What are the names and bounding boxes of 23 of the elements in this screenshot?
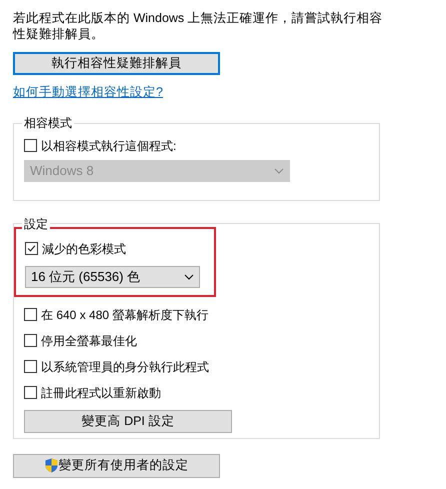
checkbox-label[interactable]: 以相容模式執行這個程式:	[41, 138, 176, 154]
chevron-down-icon	[184, 274, 194, 280]
shield-icon	[44, 458, 58, 474]
checkbox-label[interactable]: 減少的色彩模式	[42, 240, 126, 257]
checkbox[interactable]	[25, 242, 38, 256]
intro-text: 若此程式在此版本的 Windows 上無法正確運作，請嘗試執行相容性疑難排解員。	[13, 10, 383, 42]
checkbox[interactable]	[24, 308, 37, 322]
checkbox-label[interactable]: 註冊此程式以重新啟動	[41, 384, 161, 401]
checkbox-label[interactable]: 以系統管理員的身分執行此程式	[41, 358, 209, 375]
checkbox[interactable]	[24, 139, 37, 152]
checkbox[interactable]	[24, 386, 37, 400]
help-link[interactable]: 如何手動選擇相容性設定?	[13, 83, 163, 102]
chevron-down-icon	[274, 168, 284, 174]
troubleshoot-button[interactable]: 執行相容性疑難排解員	[13, 52, 220, 75]
checkbox[interactable]	[24, 360, 37, 374]
checkbox-label[interactable]: 在 640 x 480 螢幕解析度下執行	[41, 306, 208, 323]
dpi-settings-button[interactable]: 變更高 DPI 設定	[24, 410, 232, 433]
checkbox-label[interactable]: 停用全螢幕最佳化	[41, 332, 137, 349]
group-title: 設定	[22, 216, 50, 232]
group-title: 相容模式	[22, 114, 74, 131]
checkbox[interactable]	[24, 334, 37, 348]
dropdown[interactable]: 16 位元 (65536) 色	[25, 266, 200, 288]
all-users-button[interactable]: 變更所有使用者的設定	[13, 454, 220, 478]
